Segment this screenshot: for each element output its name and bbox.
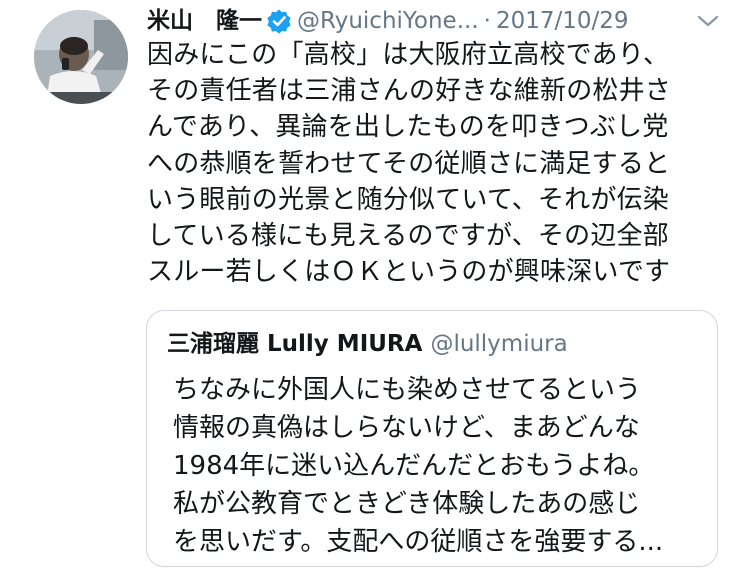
author-handle[interactable]: @RyuichiYone... — [297, 4, 479, 38]
author-display-name[interactable]: 米山 隆一 — [147, 4, 262, 38]
chevron-down-icon[interactable] — [696, 12, 720, 30]
verified-badge-icon — [266, 8, 292, 34]
separator-dot: · — [483, 8, 491, 34]
avatar[interactable] — [34, 10, 128, 104]
tweet-header: 米山 隆一 @RyuichiYone... · 2017/10/29 — [147, 4, 747, 38]
tweet-text: 因みにこの「高校」は大阪府立高校であり、 その責任者は三浦さんの好きな維新の松井… — [147, 40, 672, 288]
quoted-tweet-text: ちなみに外国人にも染めさせてるという 情報の真偽はしらないけど、まあどんな 19… — [173, 375, 664, 557]
avatar-photo — [34, 10, 128, 104]
quoted-author-handle: @lullymiura — [430, 331, 568, 357]
tweet-date[interactable]: 2017/10/29 — [496, 4, 629, 38]
quoted-tweet-header: 三浦瑠麗 Lully MIURA @lullymiura — [167, 327, 568, 361]
quoted-author-display-name: 三浦瑠麗 Lully MIURA — [167, 331, 423, 357]
quoted-tweet-card[interactable]: 三浦瑠麗 Lully MIURA @lullymiura ちなみに外国人にも染めさ… — [146, 310, 718, 567]
